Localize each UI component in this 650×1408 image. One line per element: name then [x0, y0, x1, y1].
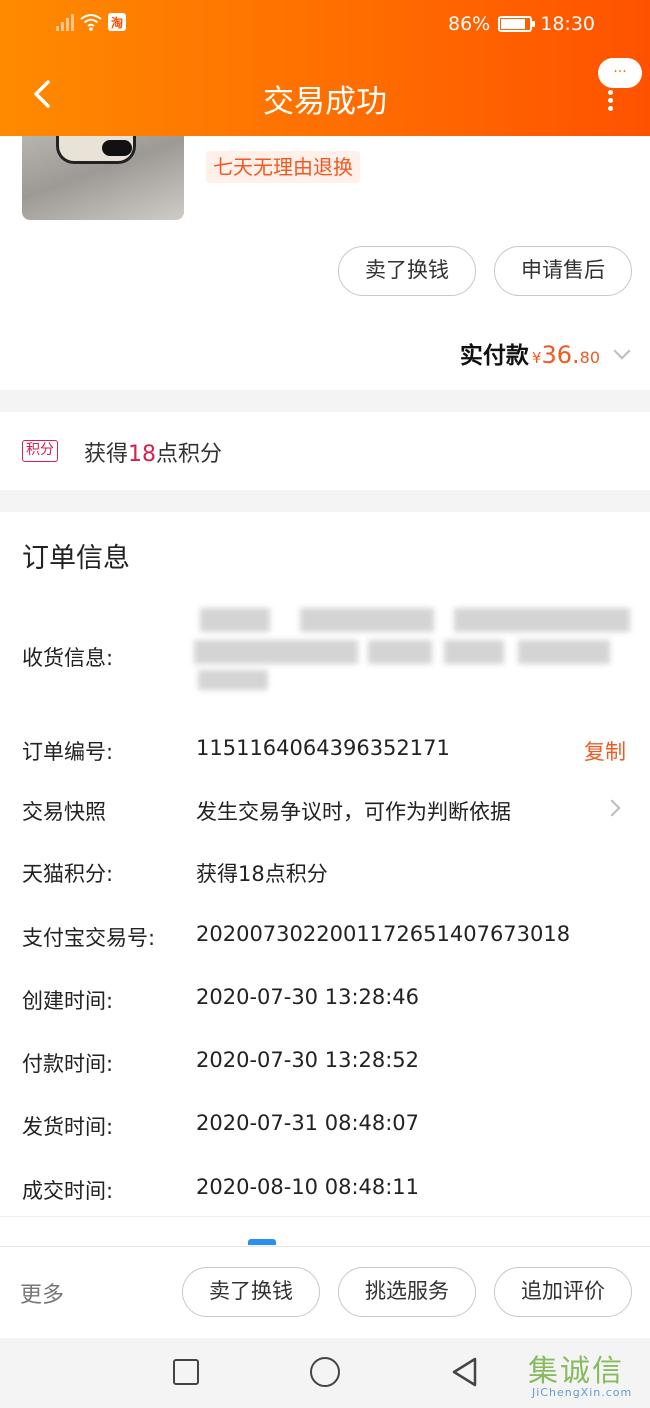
wifi-icon	[80, 14, 102, 31]
sell-for-cash-bottom-button[interactable]: 卖了换钱	[182, 1267, 320, 1317]
clock: 18:30	[540, 13, 595, 35]
product-card: 七天无理由退换 卖了换钱 申请售后 实付款 ¥ 36. 80	[0, 132, 650, 390]
watermark-logo: 集诚信 JiChengXin.com	[528, 1346, 644, 1406]
more-options-icon[interactable]	[608, 90, 614, 112]
nav-back-icon[interactable]	[450, 1356, 480, 1388]
redacted-address	[194, 604, 634, 704]
shipping-info-label: 收货信息:	[22, 646, 114, 670]
watermark-url: JiChengXin.com	[532, 1386, 633, 1399]
shipped-time-value: 2020-07-31 08:48:07	[196, 1111, 420, 1135]
app-header: 淘 86% 18:30 交易成功 ···	[0, 0, 650, 136]
points-text: 获得18点积分	[84, 436, 222, 468]
status-bar: 淘 86% 18:30	[0, 10, 650, 40]
message-bubble-button[interactable]: ···	[598, 58, 642, 88]
paid-label: 实付款	[459, 343, 529, 369]
order-number-row: 订单编号: 1151164064396352171 复制	[0, 730, 650, 770]
alipay-trade-value: 2020073022001172651407673018	[196, 922, 571, 946]
tmall-points-value: 获得18点积分	[196, 862, 328, 886]
bottom-action-bar: 更多 卖了换钱 挑选服务 追加评价	[0, 1246, 650, 1338]
add-review-button[interactable]: 追加评价	[494, 1267, 632, 1317]
alipay-trade-row: 支付宝交易号: 2020073022001172651407673018	[0, 916, 650, 956]
page-title: 交易成功	[263, 84, 387, 120]
tmall-points-row: 天猫积分: 获得18点积分	[0, 852, 650, 892]
order-info-title: 订单信息	[22, 543, 130, 574]
points-amount: 18	[128, 442, 157, 467]
points-card: 积分 获得18点积分	[0, 412, 650, 490]
chevron-right-icon	[603, 799, 621, 817]
battery-icon	[498, 16, 536, 32]
battery-fill	[501, 19, 526, 29]
partial-icon	[248, 1239, 276, 1245]
watermark-logo-text: 集诚信	[528, 1354, 624, 1389]
return-policy-tag: 七天无理由退换	[206, 151, 360, 183]
completed-time-row: 成交时间: 2020-08-10 08:48:11	[0, 1169, 650, 1209]
chevron-down-icon[interactable]	[613, 342, 631, 360]
system-nav-bar: 集诚信 JiChengXin.com	[0, 1338, 650, 1408]
created-time-label: 创建时间:	[22, 989, 114, 1013]
completed-time-label: 成交时间:	[22, 1179, 114, 1203]
sell-for-cash-button[interactable]: 卖了换钱	[338, 246, 476, 296]
order-number-label: 订单编号:	[22, 740, 114, 764]
points-prefix: 获得	[84, 442, 129, 467]
paid-decimal: 80	[579, 348, 600, 367]
paid-time-label: 付款时间:	[22, 1052, 114, 1076]
taobao-notification-icon: 淘	[108, 13, 126, 31]
created-time-value: 2020-07-30 13:28:46	[196, 985, 420, 1009]
paid-time-value: 2020-07-30 13:28:52	[196, 1048, 420, 1072]
shipped-time-row: 发货时间: 2020-07-31 08:48:07	[0, 1105, 650, 1145]
paid-currency: ¥	[531, 349, 542, 367]
product-thumbnail[interactable]	[22, 132, 184, 220]
order-info-card: 订单信息 收货信息: 订单编号: 1151164064396352171 复制 …	[0, 512, 650, 1216]
home-icon[interactable]	[310, 1357, 340, 1387]
order-number-value: 1151164064396352171	[196, 736, 450, 760]
points-badge: 积分	[22, 440, 58, 462]
snapshot-row[interactable]: 交易快照 发生交易争议时，可作为判断依据	[0, 790, 650, 830]
recent-apps-icon[interactable]	[173, 1359, 199, 1385]
signal-icon	[54, 13, 74, 31]
snapshot-label: 交易快照	[22, 800, 106, 824]
points-suffix: 点积分	[156, 442, 223, 467]
paid-time-row: 付款时间: 2020-07-30 13:28:52	[0, 1042, 650, 1082]
created-time-row: 创建时间: 2020-07-30 13:28:46	[0, 979, 650, 1019]
paid-integer: 36.	[541, 341, 580, 369]
shoe-bow-image	[102, 140, 132, 156]
shipped-time-label: 发货时间:	[22, 1115, 114, 1139]
alipay-trade-label: 支付宝交易号:	[22, 926, 156, 950]
after-sales-button[interactable]: 申请售后	[494, 246, 632, 296]
snapshot-value: 发生交易争议时，可作为判断依据	[196, 800, 511, 824]
tmall-points-label: 天猫积分:	[22, 862, 114, 886]
partially-visible-row	[0, 1216, 650, 1246]
more-button[interactable]: 更多	[20, 1277, 64, 1309]
completed-time-value: 2020-08-10 08:48:11	[196, 1175, 420, 1199]
choose-service-button[interactable]: 挑选服务	[338, 1267, 476, 1317]
paid-amount-row[interactable]: 实付款 ¥ 36. 80	[459, 336, 631, 370]
status-left: 淘	[54, 13, 126, 31]
status-right: 86% 18:30	[448, 13, 595, 35]
copy-order-number-button[interactable]: 复制	[584, 736, 626, 766]
battery-percent: 86%	[448, 13, 491, 35]
